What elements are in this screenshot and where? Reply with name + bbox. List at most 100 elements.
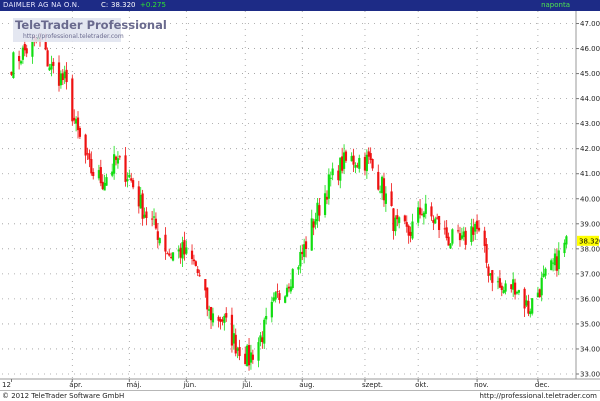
x-tick-label: okt.	[415, 381, 428, 389]
candle-down	[141, 193, 144, 219]
y-tick-label: 39.000	[580, 220, 600, 228]
candle-down	[206, 287, 209, 310]
candle-up	[517, 290, 520, 293]
candle-down	[18, 55, 21, 62]
candle-up	[449, 243, 452, 249]
candle-down	[390, 191, 393, 206]
candle-up	[265, 315, 268, 320]
candle-down	[498, 278, 501, 288]
candle-up	[126, 179, 129, 182]
candle-down	[443, 228, 446, 230]
candle-down	[447, 236, 450, 246]
candle-up	[316, 202, 319, 222]
candle-up	[31, 39, 34, 57]
last-price-label: C:	[101, 1, 109, 9]
candle-up	[208, 309, 211, 311]
candle-up	[246, 345, 249, 367]
candle-down	[392, 208, 395, 232]
candle-up	[249, 352, 253, 363]
candle-down	[432, 220, 435, 223]
candle-up	[380, 176, 384, 194]
candle-up	[504, 283, 507, 292]
candle-down	[52, 61, 55, 66]
last-price-marker: 38.320	[577, 235, 600, 246]
x-tick-label: 12	[2, 381, 11, 389]
candle-down	[196, 269, 199, 274]
candle-up	[152, 216, 156, 218]
candle-up	[21, 47, 25, 60]
candle-down	[217, 316, 220, 321]
candle-up	[263, 319, 266, 344]
candle-down	[352, 155, 355, 165]
candle-up	[232, 333, 235, 344]
candle-up	[75, 119, 78, 124]
x-tick-label: szept.	[362, 381, 383, 389]
x-tick-label: nov.	[474, 381, 489, 389]
candle-down	[312, 221, 315, 228]
candle-down	[409, 231, 412, 236]
period-label[interactable]: naponta	[541, 0, 570, 11]
candle-up	[540, 277, 543, 296]
candle-down	[154, 218, 158, 229]
candle-down	[369, 153, 372, 160]
candle-down	[234, 334, 237, 354]
candle-down	[491, 270, 494, 283]
y-tick-label: 45.000	[580, 70, 600, 78]
candle-down	[73, 117, 76, 121]
candle-down	[278, 293, 281, 301]
candle-down	[164, 234, 167, 252]
candle-down	[23, 43, 26, 51]
candle-down	[244, 353, 247, 365]
y-tick-label: 38.000	[580, 245, 600, 253]
candle-down	[371, 158, 374, 169]
y-tick-label: 44.000	[580, 95, 600, 103]
candle-up	[103, 182, 106, 191]
candle-down	[485, 244, 488, 263]
candle-up	[331, 168, 334, 176]
chart-header: DAIMLER AG NA O.N. C: 38.320 +0.275 napo…	[0, 0, 600, 11]
candle-down	[287, 286, 291, 289]
candle-up	[12, 52, 15, 78]
candle-down	[183, 240, 186, 255]
y-tick-label: 46.000	[580, 45, 600, 53]
candle-down	[445, 227, 448, 239]
y-tick-label: 33.000	[580, 370, 600, 378]
candle-down	[251, 354, 254, 360]
candle-up	[310, 218, 313, 251]
candle-up	[398, 217, 401, 223]
candle-down	[325, 196, 329, 200]
candle-up	[553, 253, 557, 266]
y-tick-label: 36.000	[580, 295, 600, 303]
candle-down	[464, 230, 467, 245]
x-tick-label: ápr.	[69, 381, 82, 389]
candle-up	[289, 286, 292, 292]
candle-down	[377, 171, 380, 190]
candle-up	[323, 193, 327, 215]
candle-down	[238, 347, 241, 357]
y-tick-label: 34.000	[580, 345, 600, 353]
candle-down	[84, 134, 87, 156]
candle-down	[510, 284, 513, 290]
candle-down	[225, 313, 228, 318]
candle-up	[358, 157, 361, 169]
candle-up	[185, 247, 188, 254]
candle-down	[500, 285, 503, 290]
candle-down	[555, 256, 558, 271]
candle-down	[437, 215, 441, 231]
candle-down	[403, 215, 406, 222]
instrument-name: DAIMLER AG NA O.N.	[3, 1, 80, 9]
x-tick-label: dec.	[535, 381, 550, 389]
candle-up	[97, 170, 101, 179]
candle-down	[46, 50, 49, 67]
candle-down	[156, 231, 159, 240]
x-tick-label: júl.	[241, 381, 253, 389]
candle-up	[365, 154, 368, 172]
x-tick-label: aug.	[299, 381, 314, 389]
candle-down	[166, 253, 169, 255]
candle-up	[236, 348, 239, 351]
candle-down	[344, 151, 348, 161]
candle-up	[128, 174, 131, 178]
candle-down	[407, 225, 410, 236]
price-chart[interactable]: 33.000 34.000 35.000 36.000 37.000 38.000 39.0…	[0, 11, 600, 390]
candle-down	[99, 167, 102, 184]
